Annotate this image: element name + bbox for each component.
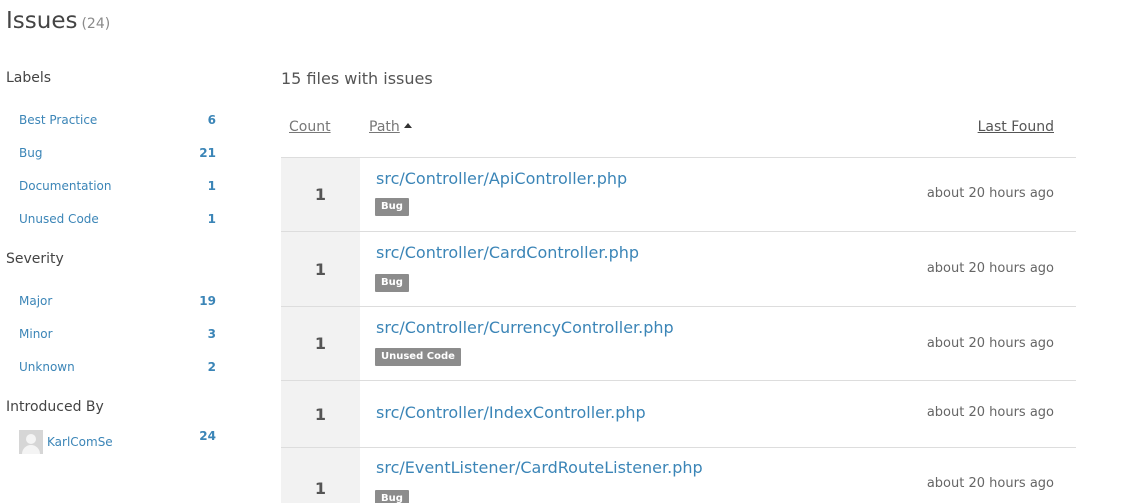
label-filter-unused-code[interactable]: Unused Code 1 bbox=[6, 203, 220, 236]
introduced-by-heading: Introduced By bbox=[6, 399, 104, 415]
author-name[interactable]: KarlComSe bbox=[47, 435, 113, 449]
severity-filter-unknown[interactable]: Unknown 2 bbox=[6, 351, 220, 384]
issue-count: (24) bbox=[81, 16, 111, 32]
last-found-time: about 20 hours ago bbox=[926, 405, 1054, 420]
severity-filter-count: 3 bbox=[207, 327, 216, 341]
label-badge: Bug bbox=[375, 198, 409, 216]
labels-section: Labels Best Practice 6 Bug 21 Documentat… bbox=[6, 68, 220, 236]
label-filter-documentation[interactable]: Documentation 1 bbox=[6, 170, 220, 203]
table-row: 1 src/Controller/CardController.php Bug … bbox=[281, 232, 1076, 307]
severity-filter-name[interactable]: Minor bbox=[19, 318, 53, 351]
severity-section: Severity Major 19 Minor 3 Unknown 2 bbox=[6, 249, 220, 384]
filter-sidebar: Labels Best Practice 6 Bug 21 Documentat… bbox=[6, 68, 220, 470]
last-found-time: about 20 hours ago bbox=[926, 336, 1054, 351]
issues-page: Issues (24) Labels Best Practice 6 Bug 21… bbox=[0, 0, 1126, 503]
path-column-label[interactable]: Path bbox=[369, 119, 400, 135]
issue-count-cell: 1 bbox=[281, 158, 360, 231]
label-filter-name[interactable]: Unused Code bbox=[19, 203, 99, 236]
file-path-link[interactable]: src/Controller/ApiController.php bbox=[376, 169, 627, 188]
issue-count-cell: 1 bbox=[281, 307, 360, 380]
last-found-time: about 20 hours ago bbox=[926, 261, 1054, 276]
table-row: 1 src/Controller/IndexController.php abo… bbox=[281, 381, 1076, 448]
table-row: 1 src/EventListener/CardRouteListener.ph… bbox=[281, 448, 1076, 503]
file-path-link[interactable]: src/EventListener/CardRouteListener.php bbox=[376, 458, 703, 477]
file-path-link[interactable]: src/Controller/CardController.php bbox=[376, 243, 639, 262]
label-filter-count: 1 bbox=[207, 179, 216, 193]
severity-list: Major 19 Minor 3 Unknown 2 bbox=[6, 285, 220, 384]
label-filter-best-practice[interactable]: Best Practice 6 bbox=[6, 104, 220, 137]
table-header: Count Path Last Found bbox=[281, 108, 1076, 158]
severity-filter-minor[interactable]: Minor 3 bbox=[6, 318, 220, 351]
last-found-column-header[interactable]: Last Found bbox=[978, 119, 1054, 135]
severity-heading: Severity bbox=[6, 251, 64, 267]
path-column-header[interactable]: Path bbox=[369, 119, 412, 135]
labels-heading: Labels bbox=[6, 70, 52, 86]
introduced-by-section: Introduced By KarlComSe 24 bbox=[6, 397, 220, 470]
page-title: Issues (24) bbox=[6, 8, 110, 34]
table-row: 1 src/Controller/ApiController.php Bug a… bbox=[281, 158, 1076, 232]
files-panel: 15 files with issues Count Path Last Fou… bbox=[281, 68, 1076, 503]
last-found-time: about 20 hours ago bbox=[926, 476, 1054, 491]
severity-filter-name[interactable]: Major bbox=[19, 285, 52, 318]
label-badge: Unused Code bbox=[375, 348, 461, 366]
label-filter-name[interactable]: Bug bbox=[19, 137, 42, 170]
label-badge: Bug bbox=[375, 490, 409, 503]
severity-filter-count: 19 bbox=[199, 294, 216, 308]
sort-ascending-icon bbox=[403, 122, 412, 128]
severity-filter-name[interactable]: Unknown bbox=[19, 351, 75, 384]
author-filter-item[interactable]: KarlComSe 24 bbox=[6, 429, 220, 470]
author-issue-count: 24 bbox=[199, 429, 216, 443]
file-path-link[interactable]: src/Controller/IndexController.php bbox=[376, 403, 646, 422]
user-avatar-icon bbox=[19, 430, 43, 454]
last-found-time: about 20 hours ago bbox=[926, 186, 1054, 201]
issue-count-cell: 1 bbox=[281, 232, 360, 306]
label-badge: Bug bbox=[375, 274, 409, 292]
issue-count-cell: 1 bbox=[281, 381, 360, 447]
table-row: 1 src/Controller/CurrencyController.php … bbox=[281, 307, 1076, 381]
issue-count-cell: 1 bbox=[281, 448, 360, 503]
label-filter-count: 6 bbox=[207, 113, 216, 127]
label-filter-count: 1 bbox=[207, 212, 216, 226]
page-title-text: Issues bbox=[6, 8, 78, 34]
count-column-header[interactable]: Count bbox=[289, 119, 331, 135]
severity-filter-count: 2 bbox=[207, 360, 216, 374]
file-path-link[interactable]: src/Controller/CurrencyController.php bbox=[376, 318, 674, 337]
label-filter-name[interactable]: Best Practice bbox=[19, 104, 97, 137]
label-filter-name[interactable]: Documentation bbox=[19, 170, 112, 203]
label-filter-count: 21 bbox=[199, 146, 216, 160]
label-filter-bug[interactable]: Bug 21 bbox=[6, 137, 220, 170]
files-heading: 15 files with issues bbox=[281, 69, 433, 88]
labels-list: Best Practice 6 Bug 21 Documentation 1 U… bbox=[6, 104, 220, 236]
severity-filter-major[interactable]: Major 19 bbox=[6, 285, 220, 318]
